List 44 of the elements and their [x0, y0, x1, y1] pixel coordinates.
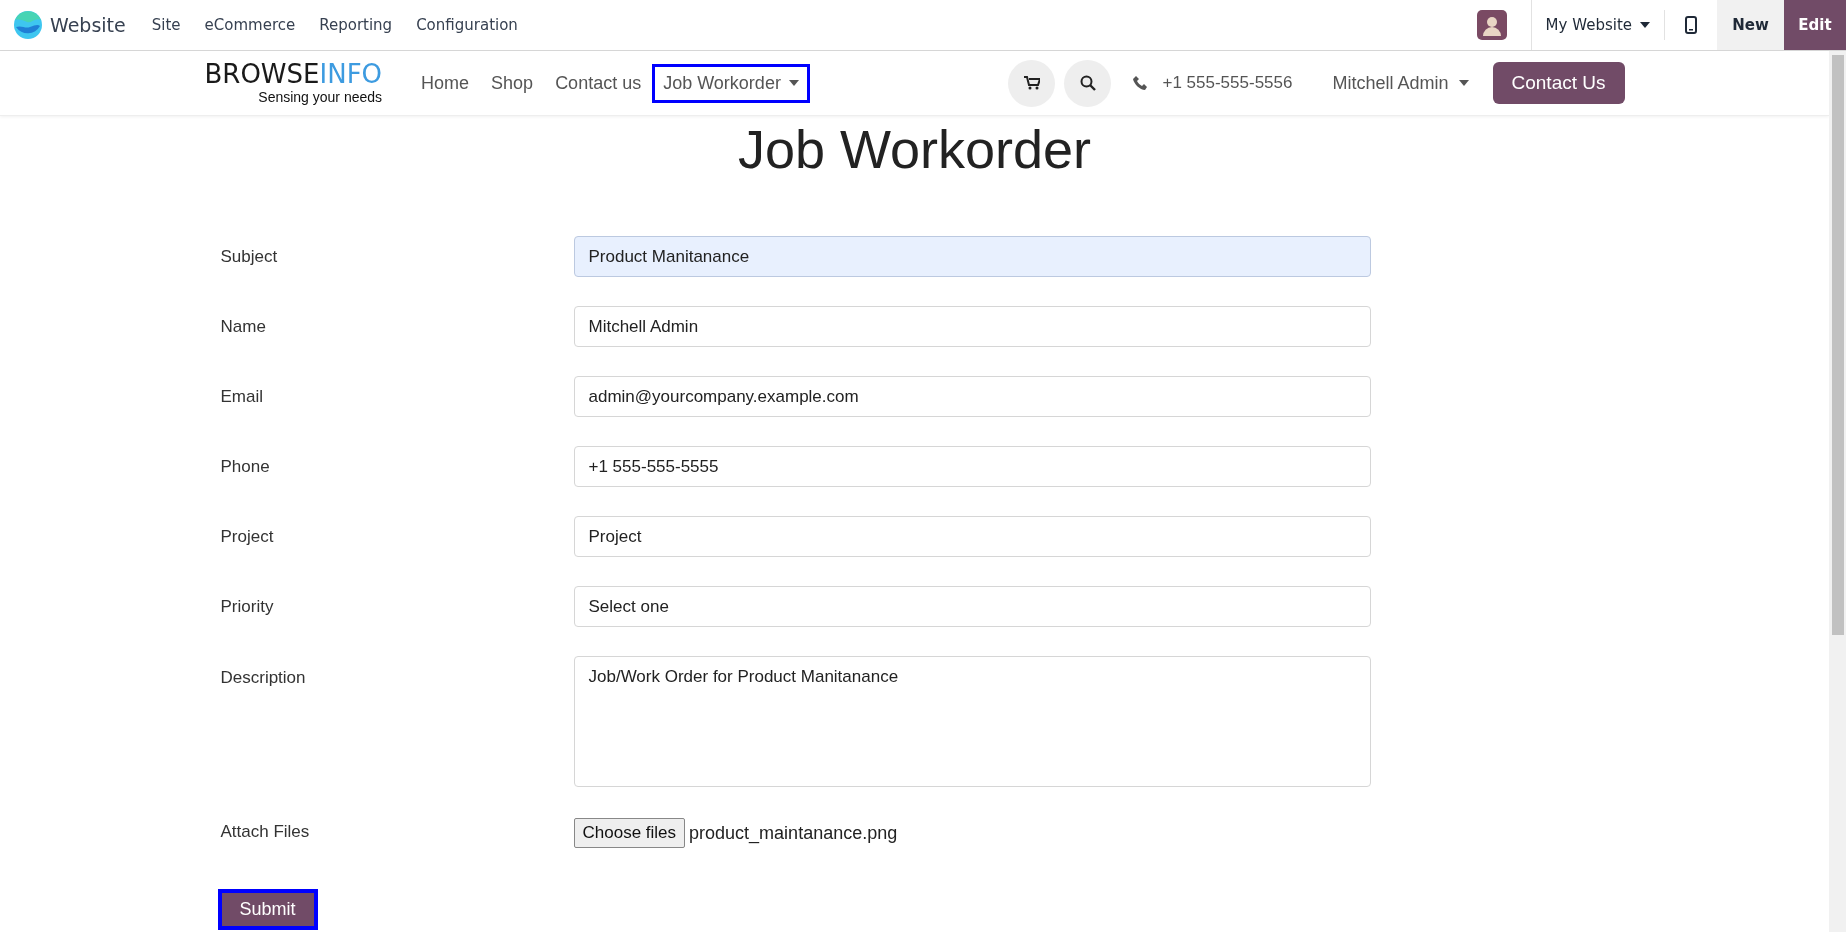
menu-item[interactable]: Reporting [307, 16, 405, 34]
choose-files-button[interactable]: Choose files [573, 818, 686, 848]
nav-link[interactable]: Home [410, 63, 481, 103]
scrollbar[interactable] [1829, 51, 1846, 932]
field-label: Subject [219, 246, 279, 267]
edit-button[interactable]: Edit [1784, 0, 1846, 50]
page-title: Job Workorder [736, 118, 1093, 180]
select-field[interactable]: Select one [573, 586, 1371, 627]
file-name: product_maintanance.png [689, 822, 898, 844]
field-label: Email [219, 386, 264, 407]
menu-item[interactable]: Site [139, 16, 193, 34]
nav-link[interactable]: Shop [480, 63, 545, 103]
menu-item[interactable]: Configuration [404, 16, 530, 34]
phone-icon [1133, 75, 1149, 91]
input-field[interactable]: admin@yourcompany.example.com [573, 376, 1371, 417]
field-label: Name [219, 316, 267, 337]
caret-icon [1640, 22, 1650, 28]
input-field[interactable]: Mitchell Admin [573, 306, 1371, 347]
submit-button[interactable]: Submit [217, 889, 318, 930]
avatar-icon[interactable] [1476, 10, 1507, 40]
field-label: Phone [219, 456, 271, 477]
phone-number: +1 555-555-5556 [1162, 73, 1293, 93]
site-logo[interactable]: BROWSEINFO Sensing your needs [204, 61, 383, 105]
app-name: Website [50, 14, 126, 36]
menu-item[interactable]: eCommerce [192, 16, 308, 34]
field-label: Project [219, 526, 275, 547]
field-label: Priority [219, 596, 275, 617]
logo-icon [14, 11, 42, 39]
nav-link[interactable]: Job Workorder [652, 63, 810, 103]
website-switcher[interactable]: My Website [1531, 0, 1664, 50]
input-field[interactable]: Project [573, 516, 1371, 557]
textarea-field[interactable]: Job/Work Order for Product Manitanance [573, 656, 1371, 787]
contact-us-button[interactable]: Contact Us [1492, 62, 1625, 104]
mobile-phone-icon [1685, 16, 1697, 34]
field-label: Description [219, 667, 307, 688]
caret-icon [1458, 80, 1469, 86]
user-menu[interactable]: Mitchell Admin [1326, 71, 1475, 95]
new-button[interactable]: New [1717, 0, 1784, 50]
field-label: Attach Files [219, 822, 311, 842]
input-field[interactable]: +1 555-555-5555 [573, 446, 1371, 487]
cart-icon [1024, 76, 1040, 90]
nav-link[interactable]: Contact us [544, 63, 653, 103]
search-icon [1080, 75, 1096, 91]
input-field[interactable]: Product Manitanance [573, 236, 1371, 277]
